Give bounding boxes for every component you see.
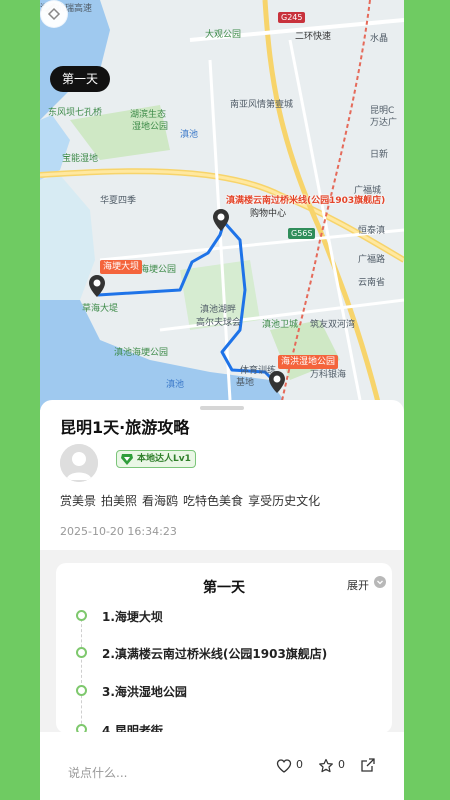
map-label: 日新	[370, 150, 389, 160]
tag-list: 赏美景 拍美照 看海鸥 吃特色美食 享受历史文化	[60, 492, 325, 509]
map-label: 二环快速	[295, 32, 332, 42]
map-pin-icon[interactable]	[268, 370, 286, 394]
map-label: 滇池	[180, 130, 199, 140]
map-label: 万科银海	[310, 370, 347, 380]
timeline-connector	[81, 619, 82, 733]
comment-input[interactable]: 说点什么...	[68, 764, 127, 781]
poi-tag-haihong[interactable]: 海洪湿地公园	[278, 355, 339, 369]
map-label: 滇池海埂公园	[114, 348, 169, 358]
star-count: 0	[338, 758, 345, 771]
map-label: 湿地公园	[132, 122, 169, 132]
map-label: 滇池	[166, 380, 185, 390]
stop-dot	[76, 647, 87, 658]
stop-dot	[76, 610, 87, 621]
tag-item: 拍美照	[101, 494, 138, 508]
road-sign-g245: G245	[278, 12, 306, 23]
tag-item: 吃特色美食	[183, 494, 244, 508]
level-badge: 本地达人Lv1	[116, 450, 196, 468]
map-label: 高尔夫球会	[196, 318, 242, 328]
map-label: 湖滨生态	[130, 110, 167, 120]
star-icon[interactable]	[318, 758, 334, 774]
tag-item: 看海鸥	[142, 494, 179, 508]
poi-label-restaurant[interactable]: 滇满楼云南过桥米线(公园1903旗舰店)	[226, 196, 385, 207]
map-pin-icon[interactable]	[212, 208, 230, 232]
stop-label: 2.滇满楼云南过桥米线(公园1903旗舰店)	[102, 647, 328, 661]
stop-label: 1.海埂大坝	[102, 610, 163, 624]
phone-screen: 第一天 湖路 杭瑞高速 大观公园 二环快速 水晶 南亚风情第壹城 昆明C 万达广…	[40, 0, 404, 800]
stop-dot	[76, 685, 87, 696]
map-label: 滇池湖畔	[200, 305, 237, 315]
share-icon[interactable]	[360, 757, 376, 773]
badge-shield-icon	[121, 454, 133, 465]
map-label: 东风坝七孔桥	[48, 108, 103, 118]
user-avatar-icon	[60, 444, 98, 482]
itinerary-stop[interactable]: 2.滇满楼云南过桥米线(公园1903旗舰店)	[56, 642, 392, 664]
map-view[interactable]: 第一天 湖路 杭瑞高速 大观公园 二环快速 水晶 南亚风情第壹城 昆明C 万达广…	[40, 0, 404, 410]
road-sign-g56s: G56S	[288, 228, 316, 239]
itinerary-stop[interactable]: 4.昆明老街	[56, 719, 392, 733]
itinerary-stop[interactable]: 3.海洪湿地公园	[56, 680, 392, 702]
map-label: 筑友双河湾	[310, 320, 356, 330]
like-count: 0	[296, 758, 303, 771]
tag-item: 赏美景	[60, 494, 97, 508]
itinerary-stop[interactable]: 1.海埂大坝	[56, 605, 392, 627]
bottom-action-bar: 说点什么... 0 0	[40, 732, 404, 800]
tag-item: 享受历史文化	[248, 494, 321, 508]
avatar[interactable]	[60, 444, 98, 482]
map-label: 广福路	[358, 255, 386, 265]
expand-button[interactable]: 展开	[347, 577, 369, 593]
heart-icon[interactable]	[276, 758, 292, 774]
map-pin-icon[interactable]	[88, 274, 106, 298]
map-label: 水晶	[370, 34, 389, 44]
map-label: 购物中心	[250, 209, 287, 219]
map-label: 滇池卫城	[262, 320, 299, 330]
map-label: 基地	[236, 378, 255, 388]
map-label: 昆明C	[370, 106, 395, 116]
level-badge-label: 本地达人Lv1	[137, 454, 191, 464]
recenter-icon[interactable]	[40, 0, 68, 28]
map-label: 南亚风情第壹城	[230, 100, 294, 110]
stop-label: 3.海洪湿地公园	[102, 685, 187, 699]
publish-time: 2025-10-20 16:34:23	[60, 525, 177, 538]
day-itinerary-card: 第一天 展开 1.海埂大坝 2.滇满楼云南过桥米线(公园1903旗舰店) 3.海…	[56, 563, 392, 733]
map-label: 大观公园	[205, 30, 242, 40]
map-label: 云南省	[358, 278, 386, 288]
map-label: 草海大堤	[82, 304, 119, 314]
map-label: 宝能湿地	[62, 154, 99, 164]
map-label: 华夏四季	[100, 196, 137, 206]
day-title: 第一天	[203, 580, 245, 596]
chevron-down-icon[interactable]	[374, 576, 386, 588]
map-label: 恒泰滇	[358, 226, 386, 236]
day-selector-button[interactable]: 第一天	[50, 66, 110, 92]
guide-title: 昆明1天·旅游攻略	[60, 418, 190, 437]
map-label: 万达广	[370, 118, 398, 128]
poi-tag-haigeng[interactable]: 海埂大坝	[100, 260, 143, 274]
drag-handle[interactable]	[200, 406, 244, 410]
map-label: 海埂公园	[140, 265, 177, 275]
